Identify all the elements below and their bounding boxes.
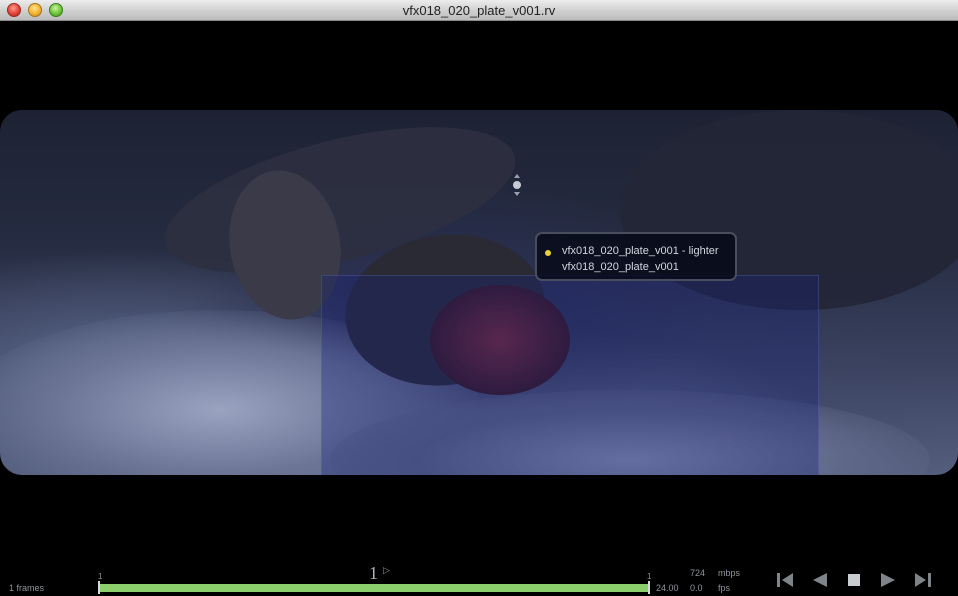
start-frame-label: 1 xyxy=(98,572,103,581)
wipe-handle[interactable] xyxy=(511,174,523,198)
step-back-button[interactable] xyxy=(775,571,795,589)
fps-label: fps xyxy=(718,583,731,593)
step-forward-button[interactable] xyxy=(913,571,933,589)
timeline-bar: 1 frames 1 1 1 ▷ 724 mbps 24.00 0.0 fps xyxy=(0,563,958,596)
source-bullet-icon xyxy=(545,250,551,256)
step-forward-icon xyxy=(915,573,931,587)
mbps-label: mbps xyxy=(718,568,741,578)
play-forward-button[interactable] xyxy=(878,571,898,589)
target-fps-value[interactable]: 24.00 xyxy=(656,583,679,593)
actual-fps-value: 0.0 xyxy=(690,583,703,593)
play-forward-icon xyxy=(881,573,895,587)
source-layer-name: vfx018_020_plate_v001 - lighter xyxy=(562,245,719,257)
handle-down-icon xyxy=(514,192,520,196)
image-viewport[interactable]: vfx018_020_plate_v001 - lighter vfx018_0… xyxy=(0,21,958,563)
timeline-track[interactable] xyxy=(99,584,650,592)
in-point-marker[interactable] xyxy=(98,581,100,594)
handle-up-icon xyxy=(514,174,520,178)
mbps-value: 724 xyxy=(690,568,706,578)
step-back-icon xyxy=(777,573,793,587)
frames-count: 1 frames xyxy=(9,583,45,593)
source-name: vfx018_020_plate_v001 xyxy=(562,261,679,273)
stop-icon xyxy=(848,574,860,586)
plate-image[interactable] xyxy=(0,110,958,475)
play-backward-button[interactable] xyxy=(810,571,830,589)
stop-button[interactable] xyxy=(844,571,864,589)
handle-dot-icon xyxy=(513,181,521,189)
source-info-overlay: vfx018_020_plate_v001 - lighter vfx018_0… xyxy=(535,232,737,281)
current-frame-label: 1 xyxy=(369,563,378,583)
out-point-marker[interactable] xyxy=(648,581,650,594)
current-frame-marker-icon: ▷ xyxy=(383,566,390,576)
window-title-bar[interactable]: vfx018_020_plate_v001.rv xyxy=(0,0,958,21)
timeline-progress-fill xyxy=(99,584,650,592)
play-backward-icon xyxy=(813,573,827,587)
wipe-region-overlay[interactable] xyxy=(321,275,819,475)
end-frame-label: 1 xyxy=(647,572,652,581)
window-title: vfx018_020_plate_v001.rv xyxy=(402,3,556,18)
